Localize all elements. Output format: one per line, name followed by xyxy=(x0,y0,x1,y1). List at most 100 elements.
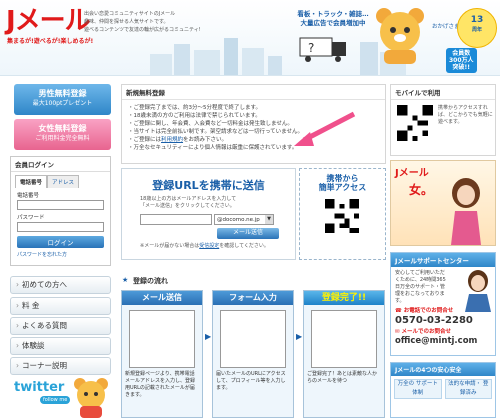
phone-label: 電話番号 xyxy=(17,193,40,199)
chevron-right-icon: › xyxy=(16,321,19,330)
send-url-desc-line: 「メール送信」をクリックしてください。 xyxy=(140,203,235,209)
menu-label: 初めての方へ xyxy=(22,280,67,289)
note-text: を確認してください。 xyxy=(219,243,269,249)
operator-illustration-icon xyxy=(465,270,491,312)
menu-label: よくある質問 xyxy=(22,321,67,330)
safety-items: 万全の サポート体制 法的な申請・ 登録済み xyxy=(391,376,495,402)
safety-item[interactable]: 万全の サポート体制 xyxy=(394,379,442,399)
truck-ad-text: 看板・トラック・雑誌… 大量広告で会員増加中 xyxy=(284,10,382,28)
menu-beginners[interactable]: › 初めての方へ xyxy=(10,276,111,294)
chevron-down-icon: ▼ xyxy=(265,215,273,224)
truck-ad-line: 看板・トラック・雑誌… xyxy=(297,10,369,18)
email-local-input[interactable] xyxy=(140,214,212,225)
flow-step-title: 登録完了!! xyxy=(304,291,384,305)
badge-years: 13 xyxy=(470,15,484,25)
send-url-desc-line: 18歳以上の方はメールアドレスを入力して xyxy=(140,196,237,202)
menu-label: 料 金 xyxy=(22,301,40,310)
twitter-follow-button[interactable]: follow me xyxy=(40,396,71,404)
male-register-title: 男性無料登録 xyxy=(38,89,87,98)
note-text: ※メールが届かない場合は xyxy=(140,243,200,249)
menu-pricing[interactable]: › 料 金 xyxy=(10,297,111,315)
login-button[interactable]: ログイン xyxy=(17,236,104,248)
tab-address[interactable]: アドレス xyxy=(47,175,80,188)
mobile-access-line: 簡単アクセス xyxy=(318,183,367,192)
safety-title: Jメールの4つの安心安全 xyxy=(391,363,495,376)
email-label-text: メールでのお問合せ xyxy=(401,329,452,335)
forgot-password-link[interactable]: パスワードを忘れた方 xyxy=(17,251,110,258)
users-badge-line: 突破!! xyxy=(452,64,470,71)
male-register-button[interactable]: 男性無料登録 最大100ptプレゼント xyxy=(14,84,111,115)
flow-step-title: メール送信 xyxy=(122,291,202,305)
complete-screen-illustration xyxy=(311,310,377,368)
mobile-use-panel: モバイルで利用 携帯からアクセスすれば、どこからでも気軽に遊べます。 xyxy=(390,84,496,156)
qr-code-icon[interactable] xyxy=(325,199,359,233)
login-tabs: 電話番号 アドレス xyxy=(15,175,106,188)
flow-step-text: ご登録完了！あとは素敵な人からのメールを待つ xyxy=(307,371,378,384)
password-input[interactable] xyxy=(17,222,104,232)
city-skyline-illustration: ? xyxy=(150,37,406,75)
chevron-right-icon: › xyxy=(16,341,19,350)
mail-screen-illustration xyxy=(129,310,195,368)
flow-step-text: 届いたメールのURLにアクセスして、プロフィール等を入力します。 xyxy=(216,371,286,391)
send-url-desc: 18歳以上の方はメールアドレスを入力して 「メール送信」をクリックしてください。 xyxy=(122,193,295,210)
mobile-use-text: 携帯からアクセスすれば、どこからでも気軽に遊べます。 xyxy=(438,105,493,125)
menu-label: コーナー説明 xyxy=(22,361,67,370)
qr-code-icon[interactable] xyxy=(397,105,433,141)
female-register-button[interactable]: 女性無料登録 ご利用料金完全無料 xyxy=(14,119,111,150)
woman-illustration-icon xyxy=(451,178,481,245)
flow-step-title: フォーム入力 xyxy=(213,291,293,305)
badge-unit: 周年 xyxy=(471,27,482,33)
terms-link[interactable]: 利用規約 xyxy=(161,137,183,143)
flow-title: 登録の流れ xyxy=(121,276,386,288)
email-row: @docomo.ne.jp ▼ xyxy=(122,210,295,225)
twitter-logo[interactable]: twitter xyxy=(14,380,64,395)
users-badge-line: 会員数 xyxy=(452,50,471,57)
send-mail-button[interactable]: メール送信 xyxy=(217,228,279,239)
menu-faq[interactable]: › よくある質問 xyxy=(10,317,111,335)
support-email-address[interactable]: office@mintj.com xyxy=(391,336,495,346)
domain-select[interactable]: @docomo.ne.jp ▼ xyxy=(214,214,274,225)
form-screen-illustration xyxy=(220,310,286,368)
chevron-right-icon: › xyxy=(16,280,19,289)
notice-text: をお読み下さい。 xyxy=(183,137,228,143)
mascot-bear-icon xyxy=(74,378,108,418)
news-title: 新規無料登録 xyxy=(122,85,385,100)
send-url-title: 登録URLを携帯に送信 xyxy=(152,179,265,192)
female-register-title: 女性無料登録 xyxy=(38,124,87,133)
flow-step-form-input: フォーム入力 届いたメールのURLにアクセスして、プロフィール等を入力します。 xyxy=(212,290,294,418)
support-text: 安心してご利用いただくために、24時間365日万全のサポート・管理をおこなってお… xyxy=(395,270,446,304)
banner-logo: Jメール xyxy=(395,168,429,179)
phone-icon: ☎ xyxy=(395,308,404,314)
intro-line: 出会い恋愛コミュニティサイトのJメール xyxy=(84,11,176,17)
support-phone-number[interactable]: 0570-03-2280 xyxy=(391,315,495,326)
site-header: Jメール 集まるが!遊べるが!楽しめるが! 出会い恋愛コミュニティサイトのJメー… xyxy=(0,0,500,76)
safety-item[interactable]: 法的な申請・ 登録済み xyxy=(444,379,492,399)
chevron-right-icon: › xyxy=(16,361,19,370)
users-badge: 会員数 300万人 突破!! xyxy=(446,48,477,73)
mobile-access-panel: 携帯から 簡単アクセス xyxy=(299,168,386,260)
receive-settings-link[interactable]: 受信設定 xyxy=(199,243,219,249)
send-url-panel: 登録URLを携帯に送信 18歳以上の方はメールアドレスを入力して 「メール送信」… xyxy=(121,168,296,260)
site-logo[interactable]: Jメール xyxy=(6,8,91,34)
login-title: 会員ログイン xyxy=(11,157,110,172)
svg-text:?: ? xyxy=(308,41,314,55)
menu-testimonials[interactable]: › 体験談 xyxy=(10,337,111,355)
support-center-panel: Jメールサポートセンター 安心してご利用いただくために、24時間365日万全のサ… xyxy=(390,252,496,356)
logo-tagline: 集まるが!遊べるが!楽しめるが! xyxy=(7,38,94,45)
banner-headline: 女。 xyxy=(409,183,434,197)
domain-select-value: @docomo.ne.jp xyxy=(217,217,260,223)
menu-label: 体験談 xyxy=(22,341,45,350)
menu-corner-guide[interactable]: › コーナー説明 xyxy=(10,357,111,375)
tab-phone[interactable]: 電話番号 xyxy=(15,175,48,188)
mobile-access-title: 携帯から 簡単アクセス xyxy=(300,174,385,192)
users-badge-line: 300万人 xyxy=(449,57,474,64)
flow-step-complete: 登録完了!! ご登録完了！あとは素敵な人からのメールを待つ xyxy=(303,290,385,418)
mobile-access-line: 携帯から xyxy=(326,174,359,183)
anniversary-badge: 13 周年 xyxy=(457,8,497,48)
promo-banner[interactable]: Jメール 女。 xyxy=(390,160,496,246)
flow-step-send-mail: メール送信 新規登録ページより、携帯電話メールアドレスを入力し、登録用URLの記… xyxy=(121,290,203,418)
intro-line: 趣味、仲間を探せる人気サイトです。 xyxy=(84,19,169,25)
phone-input[interactable] xyxy=(17,200,104,210)
truck-ad-line: 大量広告で会員増加中 xyxy=(300,19,366,27)
support-title: Jメールサポートセンター xyxy=(391,253,495,267)
